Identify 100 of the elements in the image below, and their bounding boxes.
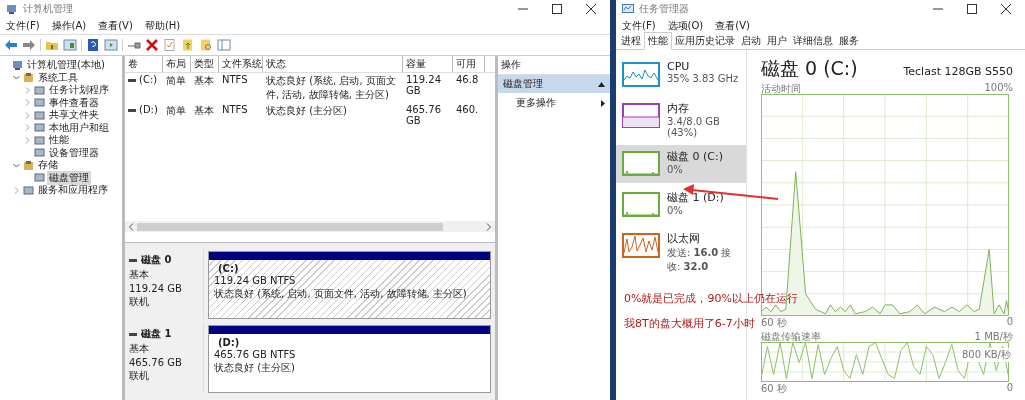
node-icon [34,84,45,96]
column-header[interactable]: 状态 [263,56,403,72]
horizontal-scrollbar[interactable] [125,221,495,232]
node-icon [34,147,45,159]
tree-item[interactable]: 本地用户和组 [47,120,111,135]
scrollbar-thumb[interactable] [137,222,443,231]
disk-status: 联机 [129,369,150,383]
column-header[interactable]: 类型 [191,56,219,72]
tree-item[interactable]: 磁盘管理 [47,170,91,185]
monitor-chart-icon [622,3,634,15]
tree-item[interactable]: 性能 [47,133,71,148]
table-cell-text: 465.76 GB [406,104,442,126]
node-icon [34,109,45,121]
help-icon[interactable] [86,39,100,51]
tree-item[interactable]: 系统工具 [36,70,80,85]
performance-item[interactable]: 磁盘 0 (C:) 0% [616,145,746,183]
table-cell: 46.8 [456,74,479,85]
disk-type: 基本 [129,342,150,356]
delete-icon[interactable] [145,39,159,51]
close-icon[interactable] [586,4,596,14]
window-title: 计算机管理 [23,2,74,16]
column-header[interactable]: 文件系统 [219,56,263,72]
tree-item[interactable]: 任务计划程序 [47,83,111,98]
tab[interactable]: 应用历史记录 [672,33,738,49]
item-value: 3.4/8.0 GB (43%) [667,116,721,138]
action-link[interactable]: 更多操作 [516,96,556,110]
disk-size: 465.76 GB [129,357,183,368]
item-title: 以太网 [667,231,701,246]
tree-item[interactable]: 计算机管理(本地) [25,58,107,73]
menu-item[interactable]: 帮助(H) [144,19,181,33]
node-icon [34,97,45,109]
scroll-right-icon[interactable] [486,222,492,231]
document-up-icon[interactable] [181,39,195,51]
connector-icon[interactable] [127,39,141,51]
graph-label: 0 [1006,382,1013,394]
tab[interactable]: 服务 [836,33,862,49]
tree-item[interactable]: 设备管理器 [47,145,101,160]
graph-label: 800 KB/秒 [961,348,1011,362]
tab[interactable]: 用户 [764,33,790,49]
document-search-icon[interactable] [199,39,213,51]
column-header[interactable]: 卷 [125,56,163,72]
node-icon [34,134,45,146]
disk-name: 磁盘 1 [141,327,172,341]
partition-size: 119.24 GB NTFS [214,275,297,286]
panel-icon[interactable] [63,39,77,51]
menu-item[interactable]: 操作(A) [51,19,87,33]
tab[interactable]: 详细信息 [790,33,836,49]
close-icon[interactable] [1001,4,1011,14]
tab[interactable]: 性能 [644,32,672,50]
submenu-caret-icon [601,99,605,107]
menu-item[interactable]: 文件(F) [622,19,656,33]
performance-item[interactable]: CPU 35% 3.83 GHz [616,56,746,94]
back-arrow-icon[interactable] [4,39,18,51]
annotation-text: 我8T的盘大概用了6-7小时 [624,316,755,331]
partition-label: (C:) [217,263,240,274]
toolbox-icon [23,159,34,171]
performance-item[interactable]: 以太网 发送: 16.0 接收: 32.0 [616,227,746,278]
menu-item[interactable]: 选项(O) [667,19,704,33]
item-title: CPU [667,60,691,73]
folder-icon[interactable] [45,39,59,51]
tree-item[interactable]: 事件查看器 [47,95,101,110]
column-header[interactable]: 容量 [403,56,453,72]
partition-label: (D:) [217,337,241,348]
partition-block[interactable]: (D:) 465.76 GB NTFS 状态良好 (主分区) [208,325,491,393]
partition-status: 状态良好 (系统, 启动, 页面文件, 活动, 故障转储, 主分区) [214,287,468,301]
disk-status: 联机 [129,295,150,309]
item-value: 35% 3.83 GHz [667,73,739,84]
checklist-icon[interactable] [163,39,177,51]
menu-item[interactable]: 查看(V) [715,19,750,33]
node-icon [34,172,45,184]
tree-item[interactable]: 共享文件夹 [47,108,101,123]
tree-item[interactable]: 服务和应用程序 [36,183,110,198]
partition-block[interactable]: (C:) 119.24 GB NTFS 状态良好 (系统, 启动, 页面文件, 活动, 故障转储, 主分区) [208,251,491,319]
graph-label: 60 秒 [761,382,787,394]
scroll-left-icon[interactable] [128,222,134,231]
menu-item[interactable]: 查看(V) [98,19,133,33]
tree-item[interactable]: 存储 [36,158,60,173]
table-cell: (D:) [139,104,158,115]
graph-label: 磁盘传输速率 [761,330,821,342]
tab[interactable]: 启动 [738,33,764,49]
disk-name: 磁盘 0 [141,253,172,267]
column-header[interactable]: 布局 [163,56,191,72]
item-title: 磁盘 1 (D:) [667,190,724,205]
tab[interactable]: 进程 [618,33,644,49]
section-label: 磁盘管理 [503,77,543,91]
collapse-caret-icon[interactable] [598,81,605,87]
window-title: 任务管理器 [639,2,690,16]
graph-label: 60 秒 [761,316,787,328]
performance-item[interactable]: 内存 3.4/8.0 GB (43%) [616,97,746,142]
menu-item[interactable]: 文件(F) [6,19,40,33]
panel-icon[interactable] [217,39,231,51]
column-header[interactable]: 可用 [453,56,485,72]
forward-arrow-icon[interactable] [22,39,36,51]
actions-section[interactable]: 磁盘管理 [498,75,610,93]
item-value: 0% [667,164,684,175]
graph-label: 活动时间 [761,82,801,94]
node-icon [34,122,45,134]
maximize-icon[interactable] [552,4,562,14]
performance-item[interactable]: 磁盘 1 (D:) 0% [616,186,746,224]
maximize-icon[interactable] [967,4,977,14]
